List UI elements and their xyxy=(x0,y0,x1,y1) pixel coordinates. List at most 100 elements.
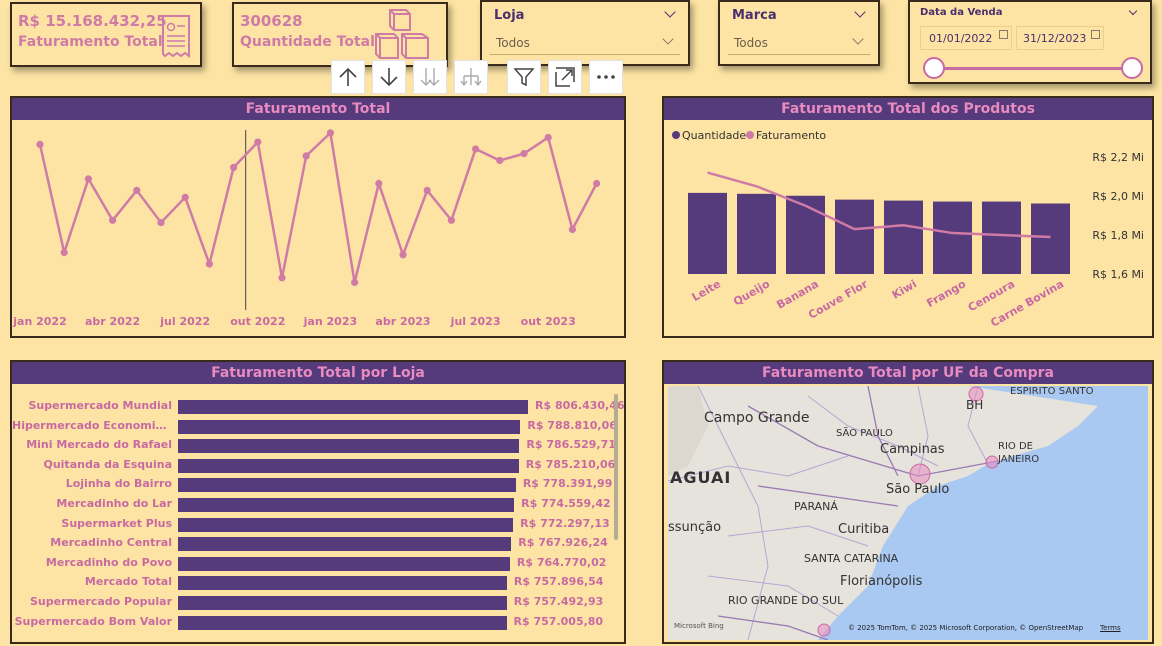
map-label: PARANÁ xyxy=(794,500,838,513)
map-attribution: © 2025 TomTom, © 2025 Microsoft Corporat… xyxy=(848,624,1084,632)
map-panel[interactable]: Faturamento Total por UF da Compra ESPÍR… xyxy=(662,360,1154,644)
chevron-down-icon[interactable] xyxy=(854,6,866,18)
chevron-down-icon xyxy=(662,33,674,45)
x-category-label: Leite xyxy=(690,277,723,304)
focus-mode-button[interactable] xyxy=(548,60,582,94)
bar-chart[interactable]: Supermercado Mundial R$ 806.430,46 Hiperme… xyxy=(12,394,625,634)
store-bar[interactable] xyxy=(178,517,514,532)
store-value-label: R$ 764.770,02 xyxy=(516,555,607,569)
store-value-label: R$ 806.430,46 xyxy=(535,399,625,412)
combo-chart[interactable]: Quantidade Faturamento R$ 2,2 Mi R$ 2,0 Mi R… xyxy=(664,120,1152,336)
line-point xyxy=(520,150,528,158)
store-value-label: R$ 774.559,42 xyxy=(521,497,611,510)
store-bar[interactable] xyxy=(178,576,507,591)
filter-button[interactable] xyxy=(507,60,541,94)
line-point xyxy=(399,251,407,259)
drill-down-button[interactable] xyxy=(372,60,406,94)
calendar-icon[interactable] xyxy=(1091,30,1100,39)
store-label: Mercadinho Central xyxy=(50,536,172,550)
combo-chart-panel[interactable]: Faturamento Total dos Produtos Quantidad… xyxy=(662,96,1154,338)
slicer-loja-dropdown[interactable]: Todos xyxy=(490,29,680,55)
calendar-icon[interactable] xyxy=(999,30,1008,39)
more-options-button[interactable] xyxy=(589,60,623,94)
map-title: Faturamento Total por UF da Compra xyxy=(664,362,1152,384)
store-bar[interactable] xyxy=(178,478,516,493)
map-bubble-sp xyxy=(909,463,931,485)
store-label: Mini Mercado do Rafael xyxy=(26,438,172,452)
map-label: Curitiba xyxy=(838,522,890,537)
expand-hierarchy-button[interactable] xyxy=(454,60,488,94)
line-point xyxy=(447,216,455,224)
legend-label-faturamento: Faturamento xyxy=(756,129,826,142)
map-label: Campo Grande xyxy=(704,410,810,426)
line-point xyxy=(544,133,552,142)
y-tick-label: R$ 2,0 Mi xyxy=(1092,190,1144,203)
bar-chart-title: Faturamento Total por Loja xyxy=(12,362,624,384)
line-point xyxy=(133,186,141,194)
x-tick-label: jan 2022 xyxy=(12,315,66,328)
legend-marker-quantidade xyxy=(672,131,680,139)
store-bar[interactable] xyxy=(178,498,515,512)
map-label: Campinas xyxy=(880,442,945,457)
line-point xyxy=(593,179,601,188)
store-value-label: R$ 778.391,99 xyxy=(522,477,613,491)
store-label: Supermercado Mundial xyxy=(28,399,172,412)
focus-mode-icon xyxy=(555,67,575,87)
chevron-down-icon[interactable] xyxy=(1128,6,1138,16)
scrollbar[interactable] xyxy=(614,394,618,540)
line-point xyxy=(60,248,68,257)
map-label: Florianópolis xyxy=(840,574,923,589)
map-terms-link[interactable]: Terms xyxy=(1100,624,1121,632)
store-bar[interactable] xyxy=(178,458,519,473)
line-point xyxy=(496,156,504,165)
start-date-input[interactable]: 01/01/2022 xyxy=(920,26,1012,50)
quantity-bar xyxy=(786,195,825,274)
next-level-button[interactable] xyxy=(413,60,447,94)
slicer-data[interactable]: Data da Venda 01/01/2022 31/12/2023 xyxy=(908,0,1152,84)
store-bar[interactable] xyxy=(178,419,521,434)
bar-chart-panel[interactable]: Faturamento Total por Loja Supermercado … xyxy=(10,360,626,644)
store-value-label: R$ 785.210,06 xyxy=(525,457,616,471)
expand-hierarchy-icon xyxy=(460,68,482,87)
end-date-input[interactable]: 31/12/2023 xyxy=(1016,26,1104,50)
store-label: Supermercado Popular xyxy=(29,595,172,608)
kpi-quantidade-label: Quantidade Total xyxy=(240,34,375,50)
store-bar[interactable] xyxy=(178,596,507,610)
slicer-marca-dropdown[interactable]: Todos xyxy=(728,29,870,55)
line-point xyxy=(302,152,310,160)
x-tick-label: jul 2022 xyxy=(159,315,210,328)
line-chart-panel[interactable]: Faturamento Total jan 2022 abr 2022 jul 20… xyxy=(10,96,626,338)
store-bar[interactable] xyxy=(178,615,507,630)
store-bar[interactable] xyxy=(178,400,528,414)
store-bar[interactable] xyxy=(178,537,512,552)
filter-icon xyxy=(513,68,535,87)
x-category-label: Kiwi xyxy=(890,277,919,301)
slicer-marca-value: Todos xyxy=(734,36,768,50)
slicer-marca[interactable]: Marca Todos xyxy=(718,0,880,66)
slicer-loja-title: Loja xyxy=(494,8,525,23)
date-range-track[interactable] xyxy=(934,67,1132,70)
map-view[interactable]: ESPÍRITO SANTO BH Campo Grande SÃO PAULO… xyxy=(668,386,1148,640)
slicer-loja[interactable]: Loja Todos xyxy=(480,0,690,66)
x-tick-label: abr 2023 xyxy=(375,315,430,328)
line-chart[interactable]: jan 2022 abr 2022 jul 2022 out 2022 jan 2023… xyxy=(12,120,624,336)
map-label: BH xyxy=(966,398,984,412)
x-tick-label: jul 2023 xyxy=(450,315,501,328)
store-value-label: R$ 772.297,13 xyxy=(520,516,610,530)
more-options-icon xyxy=(597,75,615,79)
store-bar[interactable] xyxy=(178,556,510,571)
arrow-down-icon xyxy=(380,68,398,87)
x-tick-label: jan 2023 xyxy=(303,315,357,328)
bing-logo: Microsoft Bing xyxy=(674,622,724,630)
slicer-data-title: Data da Venda xyxy=(920,7,1003,18)
store-bar[interactable] xyxy=(178,439,520,454)
date-range-end-handle[interactable] xyxy=(1121,57,1143,79)
chevron-down-icon[interactable] xyxy=(664,6,676,18)
kpi-faturamento-value: R$ 15.168.432,25 xyxy=(18,12,167,30)
map-label: SÃO PAULO xyxy=(836,428,893,439)
date-range-start-handle[interactable] xyxy=(923,57,945,79)
map-label: AGUAI xyxy=(670,468,732,487)
combo-chart-title: Faturamento Total dos Produtos xyxy=(664,98,1152,120)
store-label: Mercadinho do Povo xyxy=(45,555,172,569)
drill-up-button[interactable] xyxy=(331,60,365,94)
